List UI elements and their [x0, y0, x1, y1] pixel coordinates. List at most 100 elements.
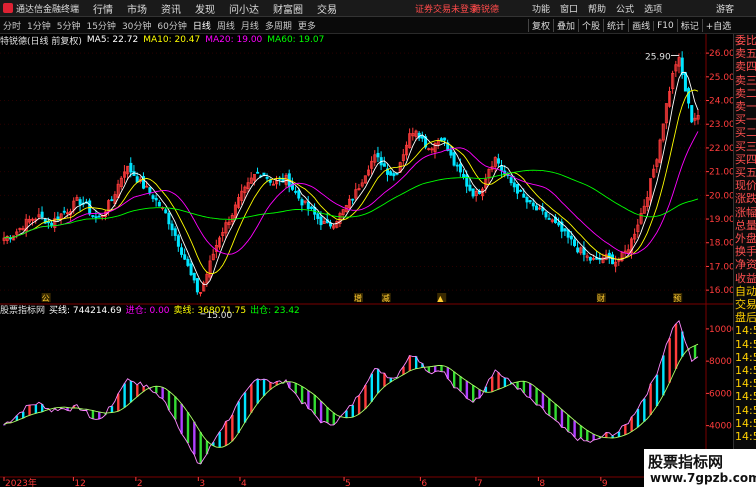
kline-chart[interactable]: 26.00 25.00 24.00 23.00 22.00 21.00 20.00 19.00…	[0, 34, 733, 487]
period-tab-more[interactable]: 更多	[295, 19, 319, 32]
f10-button[interactable]: F10	[653, 20, 677, 31]
candle-body	[40, 211, 44, 218]
menu-wealth[interactable]: 财富圈	[273, 1, 303, 16]
period-tab[interactable]: 周线	[214, 19, 238, 32]
menu-options[interactable]: 选项	[644, 2, 662, 15]
indicator-bar	[586, 430, 589, 441]
login-notice[interactable]: 证券交易未登录	[415, 2, 478, 15]
menu-trade[interactable]: 交易	[317, 1, 337, 16]
indicator-tick-label: 10000	[709, 325, 733, 335]
indicator-bar	[554, 403, 557, 421]
candle-body	[557, 222, 561, 226]
period-tab-active[interactable]: 日线	[190, 19, 214, 32]
title-bar: 通达信金融终端 行情 市场 资讯 发现 问小达 财富圈 交易 证券交易未登录 特…	[0, 0, 756, 17]
indicator-bar	[351, 405, 354, 418]
guest-label[interactable]: 游客	[716, 2, 734, 15]
side-panel-item: 买一	[735, 113, 756, 127]
candle-body	[62, 210, 66, 213]
candle-body	[173, 228, 177, 236]
side-panel-item: 卖五	[735, 47, 756, 61]
indicator-bar	[161, 387, 164, 399]
event-marker-label: 预	[673, 293, 681, 303]
candle-body	[512, 182, 516, 188]
add-watchlist-button[interactable]: +自选	[701, 19, 735, 32]
side-panel-item: 14:56	[735, 324, 756, 338]
candle-body	[97, 215, 101, 218]
indicator-bar	[548, 398, 551, 416]
candle-body	[544, 212, 548, 218]
candle-body	[588, 256, 592, 261]
period-tab[interactable]: 分时	[0, 19, 24, 32]
mark-button[interactable]: 标记	[676, 19, 702, 32]
candle-body	[563, 228, 567, 232]
stock-button[interactable]: 个股	[578, 19, 603, 32]
period-tab[interactable]: 15分钟	[83, 19, 118, 32]
menu-quotes[interactable]: 行情	[93, 1, 113, 16]
period-tab[interactable]: 30分钟	[119, 19, 154, 32]
side-panel-item: 卖一	[735, 100, 756, 114]
indicator-bar	[256, 378, 259, 404]
date-tick-label: 5	[345, 479, 351, 487]
side-panel-item: 14:56	[735, 430, 756, 444]
indicator-bar	[674, 323, 678, 369]
candle-body	[300, 199, 304, 206]
menu-window[interactable]: 窗口	[560, 2, 578, 15]
period-tab[interactable]: 月线	[238, 19, 262, 32]
overlay-button[interactable]: 叠加	[553, 19, 578, 32]
candle-body	[531, 202, 535, 207]
indicator-bar	[313, 394, 316, 415]
candle-body	[294, 190, 298, 193]
side-panel-item: 涨跌	[735, 192, 756, 206]
candle-body	[297, 190, 301, 199]
date-tick-label: 6	[421, 479, 427, 487]
menu-market[interactable]: 市场	[127, 1, 147, 16]
side-panel-item: 买五	[735, 166, 756, 180]
side-panel-item: 现价	[735, 179, 756, 193]
period-tab[interactable]: 5分钟	[54, 19, 84, 32]
candle-body	[50, 222, 54, 226]
candle-body	[509, 177, 513, 184]
side-panel-item: 14:56	[735, 350, 756, 364]
watermark: 股票指标网 www.7gpzb.com	[644, 449, 756, 487]
candle-body	[496, 158, 500, 164]
draw-button[interactable]: 画线	[628, 19, 653, 32]
adjust-button[interactable]: 复权	[528, 19, 553, 32]
menu-function[interactable]: 功能	[532, 2, 550, 15]
candle-body	[265, 176, 269, 179]
indicator-bar	[136, 384, 139, 397]
menu-discover[interactable]: 发现	[195, 1, 215, 16]
candle-body	[183, 254, 187, 260]
candle-body	[319, 216, 323, 226]
stats-button[interactable]: 统计	[603, 19, 628, 32]
candle-body	[515, 183, 519, 194]
indicator-bar	[668, 338, 671, 383]
indicator-bar	[129, 380, 133, 403]
menu-ask[interactable]: 问小达	[229, 1, 259, 16]
side-panel-item: 14:56	[735, 377, 756, 391]
app-logo-icon	[3, 3, 13, 13]
price-tick-label: 21.00	[709, 168, 733, 178]
notice-stock[interactable]: 特锐德	[472, 2, 499, 15]
menu-formula[interactable]: 公式	[616, 2, 634, 15]
candle-body	[56, 216, 60, 220]
candle-body	[351, 198, 355, 201]
period-bar: 分时 1分钟 5分钟 15分钟 30分钟 60分钟 日线 周线 月线 多周期 更…	[0, 17, 756, 34]
period-tab[interactable]: 多周期	[262, 19, 295, 32]
candle-body	[180, 247, 184, 255]
candle-body	[528, 200, 532, 203]
menu-help[interactable]: 帮助	[588, 2, 606, 15]
date-tick-label: 2	[137, 479, 143, 487]
indicator-bar	[440, 365, 443, 372]
indicator-bar	[433, 365, 437, 372]
indicator-tick-label: 8000	[709, 357, 732, 367]
indicator-bar	[28, 405, 31, 416]
event-marker-label: ▲	[437, 294, 444, 303]
menu-news[interactable]: 资讯	[161, 1, 181, 16]
period-tab[interactable]: 1分钟	[24, 19, 54, 32]
indicator-bar	[123, 383, 126, 408]
quote-side-panel: 委比 卖五 卖四 卖三 卖二 卖一 买一 买二 买三 买四 买五 现价 涨跌 涨幅 总量 外盘 换手 净资 收益 自动…	[733, 34, 756, 487]
period-tab[interactable]: 60分钟	[154, 19, 189, 32]
price-tick-label: 18.00	[709, 239, 733, 249]
candle-body	[170, 223, 174, 231]
indicator-bar	[643, 398, 646, 422]
